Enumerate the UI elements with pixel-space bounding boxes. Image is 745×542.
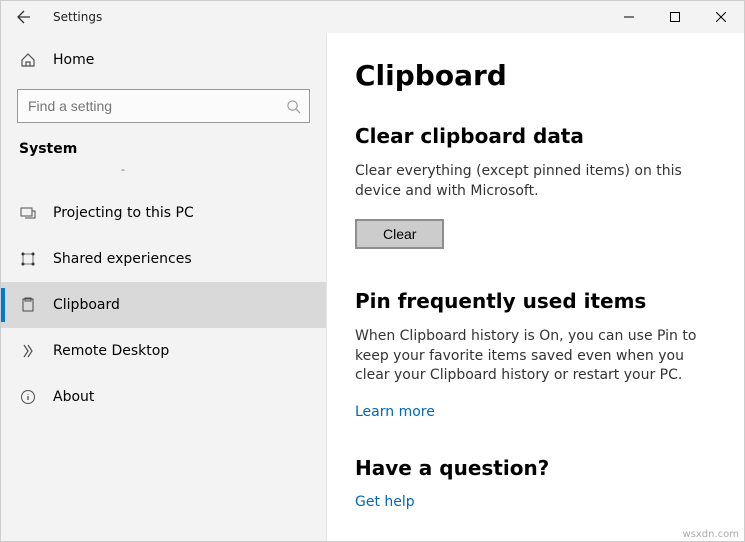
home-label: Home	[53, 52, 94, 68]
search-input[interactable]	[28, 98, 286, 114]
home-nav[interactable]: Home	[1, 37, 326, 83]
projecting-icon	[19, 205, 37, 221]
nav-label: About	[53, 389, 94, 405]
clear-desc: Clear everything (except pinned items) o…	[355, 162, 716, 201]
search-box[interactable]	[17, 89, 310, 123]
learn-more-link[interactable]: Learn more	[355, 404, 716, 420]
home-icon	[19, 52, 37, 68]
watermark: wsxdn.com	[682, 529, 739, 540]
question-heading: Have a question?	[355, 456, 716, 480]
dash: -	[1, 163, 326, 190]
about-icon	[19, 389, 37, 405]
content: Clipboard Clear clipboard data Clear eve…	[326, 33, 744, 541]
nav-label: Remote Desktop	[53, 343, 169, 359]
close-icon	[716, 12, 726, 22]
maximize-button[interactable]	[652, 1, 698, 33]
back-button[interactable]	[1, 1, 47, 33]
clear-button[interactable]: Clear	[355, 219, 444, 249]
maximize-icon	[670, 12, 680, 22]
shared-icon	[19, 251, 37, 267]
nav-remote-desktop[interactable]: Remote Desktop	[1, 328, 326, 374]
minimize-icon	[624, 12, 634, 22]
pin-heading: Pin frequently used items	[355, 289, 716, 313]
arrow-left-icon	[16, 9, 32, 25]
remote-icon	[19, 343, 37, 359]
clear-heading: Clear clipboard data	[355, 124, 716, 148]
get-help-link[interactable]: Get help	[355, 494, 716, 510]
section-label: System	[1, 141, 326, 163]
close-button[interactable]	[698, 1, 744, 33]
app-title: Settings	[47, 10, 102, 24]
nav-shared-experiences[interactable]: Shared experiences	[1, 236, 326, 282]
search-icon	[286, 99, 301, 114]
nav-about[interactable]: About	[1, 374, 326, 420]
nav-label: Clipboard	[53, 297, 120, 313]
nav-label: Shared experiences	[53, 251, 192, 267]
titlebar: Settings	[1, 1, 744, 33]
page-title: Clipboard	[355, 59, 716, 92]
nav-projecting[interactable]: Projecting to this PC	[1, 190, 326, 236]
sidebar: Home System - Projecting to this PC Shar…	[1, 33, 326, 541]
nav-label: Projecting to this PC	[53, 205, 194, 221]
body: Home System - Projecting to this PC Shar…	[1, 33, 744, 541]
clipboard-icon	[19, 297, 37, 313]
minimize-button[interactable]	[606, 1, 652, 33]
window-controls	[606, 1, 744, 33]
nav-clipboard[interactable]: Clipboard	[1, 282, 326, 328]
pin-desc: When Clipboard history is On, you can us…	[355, 327, 716, 386]
